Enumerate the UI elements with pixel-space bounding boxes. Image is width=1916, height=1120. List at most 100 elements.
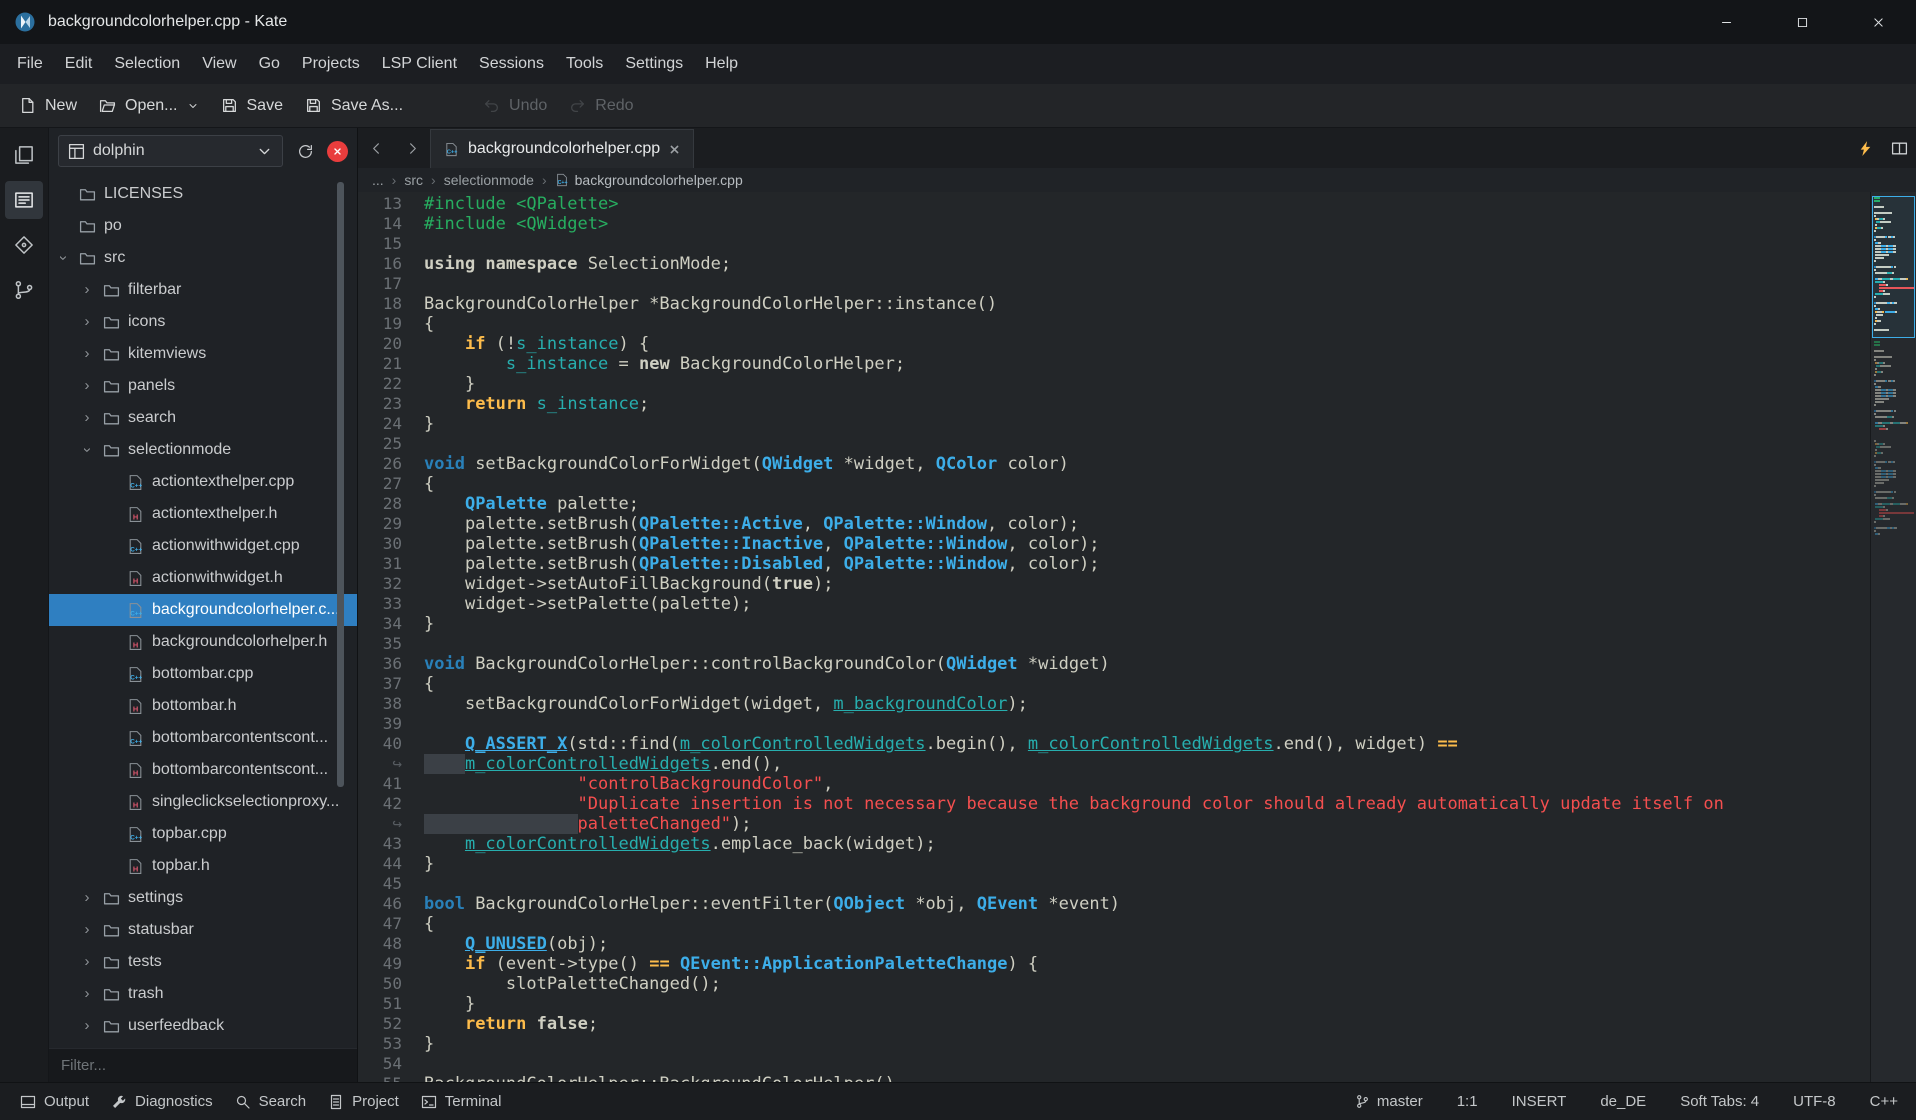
breadcrumb-item[interactable]: src — [404, 172, 423, 188]
diagnostics-toggle-button[interactable]: Diagnostics — [101, 1087, 223, 1116]
code-line[interactable]: 26void setBackgroundColorForWidget(QWidg… — [358, 454, 1870, 474]
code-line[interactable]: 24} — [358, 414, 1870, 434]
menu-view[interactable]: View — [191, 48, 247, 80]
chevron-right-icon[interactable]: › — [79, 410, 95, 426]
chevron-right-icon[interactable]: › — [79, 282, 95, 298]
tree-item-selectionmode[interactable]: ›selectionmode — [49, 434, 357, 466]
tree-item-trash[interactable]: ›trash — [49, 978, 357, 1010]
code-line[interactable]: 15 — [358, 234, 1870, 254]
new-button[interactable]: New — [8, 89, 88, 123]
menu-lsp-client[interactable]: LSP Client — [371, 48, 468, 80]
code-line[interactable]: 52 return false; — [358, 1014, 1870, 1034]
chevron-right-icon[interactable]: › — [79, 922, 95, 938]
tree-item-actionwithwidget-cpp[interactable]: C++actionwithwidget.cpp — [49, 530, 357, 562]
tree-scrollbar[interactable] — [337, 182, 344, 787]
status-master[interactable]: master — [1355, 1093, 1423, 1110]
code-line[interactable]: 37{ — [358, 674, 1870, 694]
tree-item-bottombar-cpp[interactable]: C++bottombar.cpp — [49, 658, 357, 690]
breadcrumb-item[interactable]: selectionmode — [444, 172, 534, 188]
tree-item-topbar-h[interactable]: Htopbar.h — [49, 850, 357, 882]
project-toggle-button[interactable]: Project — [318, 1087, 409, 1116]
tree-item-singleclickselectionproxy[interactable]: Hsingleclickselectionproxy... — [49, 786, 357, 818]
tree-item-bottombar-h[interactable]: Hbottombar.h — [49, 690, 357, 722]
code-line[interactable]: 19{ — [358, 314, 1870, 334]
code-line[interactable]: 33 widget->setPalette(palette); — [358, 594, 1870, 614]
status-utf-8[interactable]: UTF-8 — [1793, 1093, 1836, 1110]
tree-item-icons[interactable]: ›icons — [49, 306, 357, 338]
code-line[interactable]: 39 — [358, 714, 1870, 734]
open-button[interactable]: Open... — [88, 89, 209, 123]
menu-go[interactable]: Go — [248, 48, 291, 80]
chevron-right-icon[interactable]: › — [79, 346, 95, 362]
menu-file[interactable]: File — [6, 48, 54, 80]
code-line[interactable]: 17 — [358, 274, 1870, 294]
sidebar-tool-lsp-client[interactable] — [5, 226, 43, 264]
minimap-viewport[interactable] — [1872, 196, 1915, 338]
chevron-down-icon[interactable]: › — [55, 250, 71, 266]
save-as-button[interactable]: Save As... — [294, 89, 414, 123]
chevron-right-icon[interactable]: › — [79, 954, 95, 970]
code-line[interactable]: 34} — [358, 614, 1870, 634]
code-line[interactable]: 13#include <QPalette> — [358, 194, 1870, 214]
tab-backgroundcolorhelper-cpp[interactable]: C++backgroundcolorhelper.cpp — [430, 129, 694, 168]
code-line[interactable]: ↪paletteChanged"); — [358, 814, 1870, 834]
status-de-de[interactable]: de_DE — [1600, 1093, 1646, 1110]
tree-item-backgroundcolorhelper-c[interactable]: C++backgroundcolorhelper.c... — [49, 594, 357, 626]
filter-input[interactable] — [49, 1048, 357, 1082]
search-toggle-button[interactable]: Search — [225, 1087, 317, 1116]
code-line[interactable]: 27{ — [358, 474, 1870, 494]
close-button[interactable] — [1840, 0, 1916, 44]
tree-item-licenses[interactable]: LICENSES — [49, 178, 357, 210]
menu-sessions[interactable]: Sessions — [468, 48, 555, 80]
code-line[interactable]: 45 — [358, 874, 1870, 894]
menu-tools[interactable]: Tools — [555, 48, 614, 80]
tree-item-settings[interactable]: ›settings — [49, 882, 357, 914]
quick-open-button[interactable] — [1848, 128, 1882, 168]
tree-item-kitemviews[interactable]: ›kitemviews — [49, 338, 357, 370]
tree-item-backgroundcolorhelper-h[interactable]: Hbackgroundcolorhelper.h — [49, 626, 357, 658]
code-line[interactable]: 53} — [358, 1034, 1870, 1054]
minimize-button[interactable] — [1688, 0, 1764, 44]
tree-item-statusbar[interactable]: ›statusbar — [49, 914, 357, 946]
code-line[interactable]: 55BackgroundColorHelper::BackgroundColor… — [358, 1074, 1870, 1082]
code-area[interactable]: 13#include <QPalette>14#include <QWidget… — [358, 192, 1870, 1082]
status-1-1[interactable]: 1:1 — [1457, 1093, 1478, 1110]
code-line[interactable]: 44} — [358, 854, 1870, 874]
menu-selection[interactable]: Selection — [103, 48, 191, 80]
tree-item-src[interactable]: ›src — [49, 242, 357, 274]
code-line[interactable]: 31 palette.setBrush(QPalette::Disabled, … — [358, 554, 1870, 574]
tree-item-userfeedback[interactable]: ›userfeedback — [49, 1010, 357, 1042]
menu-help[interactable]: Help — [694, 48, 749, 80]
code-line[interactable]: ↪m_colorControlledWidgets.end(), — [358, 754, 1870, 774]
chevron-right-icon[interactable]: › — [79, 986, 95, 1002]
code-line[interactable]: 29 palette.setBrush(QPalette::Active, QP… — [358, 514, 1870, 534]
code-line[interactable]: 25 — [358, 434, 1870, 454]
maximize-button[interactable] — [1764, 0, 1840, 44]
code-line[interactable]: 30 palette.setBrush(QPalette::Inactive, … — [358, 534, 1870, 554]
breadcrumb-item[interactable]: ... — [372, 172, 384, 188]
code-line[interactable]: 22 } — [358, 374, 1870, 394]
tree-item-filterbar[interactable]: ›filterbar — [49, 274, 357, 306]
chevron-right-icon[interactable]: › — [79, 314, 95, 330]
chevron-down-icon[interactable]: › — [79, 442, 95, 458]
menu-edit[interactable]: Edit — [54, 48, 104, 80]
tree-item-bottombarcontentscont[interactable]: C++bottombarcontentscont... — [49, 722, 357, 754]
reload-project-button[interactable] — [290, 136, 320, 166]
chevron-right-icon[interactable]: › — [79, 1018, 95, 1034]
code-line[interactable]: 49 if (event->type() == QEvent::Applicat… — [358, 954, 1870, 974]
menu-settings[interactable]: Settings — [614, 48, 694, 80]
status-insert[interactable]: INSERT — [1512, 1093, 1567, 1110]
tab-nav-forward-button[interactable] — [394, 128, 430, 168]
code-line[interactable]: 48 Q_UNUSED(obj); — [358, 934, 1870, 954]
project-selector[interactable]: dolphin — [58, 135, 283, 167]
close-project-button[interactable] — [327, 141, 348, 162]
breadcrumb-item[interactable]: C++backgroundcolorhelper.cpp — [555, 172, 743, 188]
status-soft-tabs-4[interactable]: Soft Tabs: 4 — [1680, 1093, 1759, 1110]
tree-item-search[interactable]: ›search — [49, 402, 357, 434]
save-button[interactable]: Save — [210, 89, 294, 123]
code-line[interactable]: 47{ — [358, 914, 1870, 934]
code-line[interactable]: 28 QPalette palette; — [358, 494, 1870, 514]
code-line[interactable]: 23 return s_instance; — [358, 394, 1870, 414]
chevron-right-icon[interactable]: › — [79, 890, 95, 906]
tree-item-panels[interactable]: ›panels — [49, 370, 357, 402]
